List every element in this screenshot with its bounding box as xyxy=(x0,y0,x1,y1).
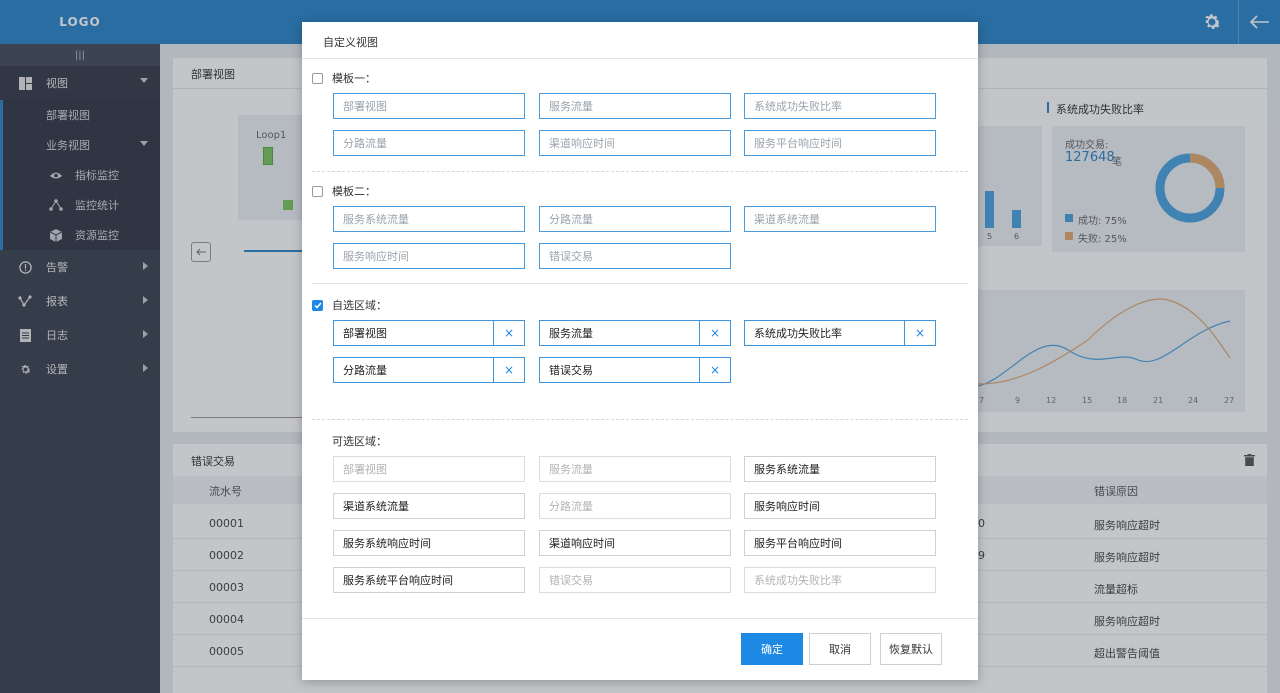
remove-icon[interactable]: × xyxy=(699,358,730,382)
custom-view-dialog: 自定义视图 模板一： 部署视图 服务流量 系统成功失败比率 分路流量 渠道响应时间 服务平… xyxy=(302,22,978,680)
confirm-button[interactable]: 确定 xyxy=(741,633,803,665)
chip-label: 分路流量 xyxy=(549,213,593,226)
optional-area-item[interactable]: 渠道系统流量 xyxy=(333,493,525,519)
remove-icon[interactable]: × xyxy=(493,321,524,345)
optional-area-item[interactable]: 服务系统流量 xyxy=(744,456,936,482)
template-two-label: 模板二： xyxy=(332,185,376,198)
template-two-item[interactable]: 分路流量 xyxy=(539,206,731,232)
optional-area-item[interactable]: 系统成功失败比率 xyxy=(744,567,936,593)
optional-area-item[interactable]: 渠道响应时间 xyxy=(539,530,731,556)
template-one-item[interactable]: 服务平台响应时间 xyxy=(744,130,936,156)
chip-label: 错误交易 xyxy=(549,250,593,263)
optional-area-item[interactable]: 服务平台响应时间 xyxy=(744,530,936,556)
template-one-item[interactable]: 服务流量 xyxy=(539,93,731,119)
chip-label: 服务流量 xyxy=(549,100,593,113)
chip-label: 渠道响应时间 xyxy=(549,537,615,550)
chip-label: 系统成功失败比率 xyxy=(754,100,842,113)
optional-area-label: 可选区域： xyxy=(332,435,387,448)
template-two-item[interactable]: 服务响应时间 xyxy=(333,243,525,269)
dialog-footer-divider xyxy=(302,618,978,619)
selected-area-item[interactable]: 部署视图 × xyxy=(333,320,525,346)
optional-area-item[interactable]: 服务响应时间 xyxy=(744,493,936,519)
dialog-title-divider xyxy=(302,58,978,59)
optional-area-item[interactable]: 服务系统平台响应时间 xyxy=(333,567,525,593)
chip-label: 系统成功失败比率 xyxy=(754,327,842,340)
template-two-checkbox[interactable] xyxy=(312,185,323,197)
check-icon xyxy=(313,302,322,309)
template-two-item[interactable]: 渠道系统流量 xyxy=(744,206,936,232)
chip-label: 服务系统流量 xyxy=(343,213,409,226)
chip-label: 渠道系统流量 xyxy=(754,213,820,226)
chip-label: 渠道系统流量 xyxy=(343,500,409,513)
template-two-item[interactable]: 服务系统流量 xyxy=(333,206,525,232)
chip-label: 分路流量 xyxy=(343,364,387,377)
template-one-item[interactable]: 渠道响应时间 xyxy=(539,130,731,156)
chip-label: 服务响应时间 xyxy=(754,500,820,513)
custom-area-option[interactable]: 自选区域： xyxy=(312,297,387,313)
chip-label: 分路流量 xyxy=(343,137,387,150)
chip-label: 服务系统平台响应时间 xyxy=(343,574,453,587)
selected-area-item[interactable]: 错误交易 × xyxy=(539,357,731,383)
template-two-item[interactable]: 错误交易 xyxy=(539,243,731,269)
template-one-option[interactable]: 模板一： xyxy=(312,70,376,86)
remove-icon[interactable]: × xyxy=(904,321,935,345)
cancel-button[interactable]: 取消 xyxy=(809,633,871,665)
chip-label: 服务平台响应时间 xyxy=(754,537,842,550)
optional-area-item[interactable]: 服务流量 xyxy=(539,456,731,482)
chip-label: 部署视图 xyxy=(343,463,387,476)
optional-area-item[interactable]: 分路流量 xyxy=(539,493,731,519)
template-two-option[interactable]: 模板二： xyxy=(312,183,376,199)
chip-label: 服务流量 xyxy=(549,463,593,476)
chip-label: 渠道响应时间 xyxy=(549,137,615,150)
section-divider xyxy=(312,419,968,420)
chip-label: 部署视图 xyxy=(343,327,387,340)
section-divider xyxy=(312,171,968,172)
chip-label: 服务系统流量 xyxy=(754,463,820,476)
chip-label: 系统成功失败比率 xyxy=(754,574,842,587)
chip-label: 错误交易 xyxy=(549,574,593,587)
template-one-label: 模板一： xyxy=(332,72,376,85)
template-one-item[interactable]: 系统成功失败比率 xyxy=(744,93,936,119)
remove-icon[interactable]: × xyxy=(493,358,524,382)
template-one-item[interactable]: 分路流量 xyxy=(333,130,525,156)
selected-area-item[interactable]: 分路流量 × xyxy=(333,357,525,383)
template-one-checkbox[interactable] xyxy=(312,72,323,84)
selected-area-item[interactable]: 系统成功失败比率 × xyxy=(744,320,936,346)
selected-area-item[interactable]: 服务流量 × xyxy=(539,320,731,346)
dialog-title: 自定义视图 xyxy=(323,36,378,49)
chip-label: 分路流量 xyxy=(549,500,593,513)
chip-label: 服务平台响应时间 xyxy=(754,137,842,150)
template-one-item[interactable]: 部署视图 xyxy=(333,93,525,119)
remove-icon[interactable]: × xyxy=(699,321,730,345)
optional-area-item[interactable]: 错误交易 xyxy=(539,567,731,593)
chip-label: 服务响应时间 xyxy=(343,250,409,263)
section-divider xyxy=(312,283,968,284)
chip-label: 服务流量 xyxy=(549,327,593,340)
chip-label: 服务系统响应时间 xyxy=(343,537,431,550)
chip-label: 部署视图 xyxy=(343,100,387,113)
optional-area-item[interactable]: 部署视图 xyxy=(333,456,525,482)
chip-label: 错误交易 xyxy=(549,364,593,377)
optional-area-item[interactable]: 服务系统响应时间 xyxy=(333,530,525,556)
custom-area-label: 自选区域： xyxy=(332,299,387,312)
custom-area-checkbox[interactable] xyxy=(312,299,323,311)
reset-default-button[interactable]: 恢复默认 xyxy=(880,633,942,665)
